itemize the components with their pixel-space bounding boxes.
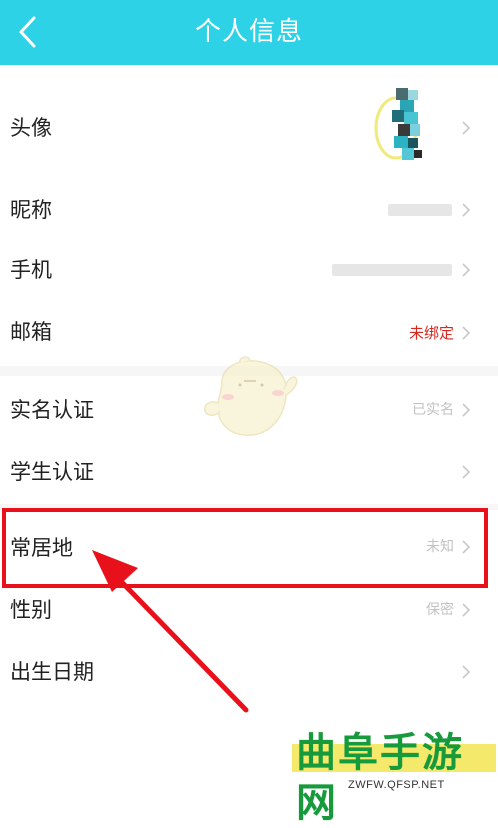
row-gender[interactable]: 性别 保密 bbox=[0, 584, 498, 640]
row-birth-date[interactable]: 出生日期 bbox=[0, 640, 498, 704]
chevron-right-icon bbox=[462, 465, 471, 479]
row-label: 邮箱 bbox=[10, 320, 52, 344]
chevron-right-icon bbox=[462, 403, 471, 417]
row-label: 昵称 bbox=[10, 198, 52, 222]
avatar-image[interactable] bbox=[372, 88, 434, 164]
brand-url: ZWFW.QFSP.NET bbox=[348, 779, 445, 791]
row-label: 出生日期 bbox=[10, 660, 94, 684]
gender-value: 保密 bbox=[426, 602, 454, 618]
row-label: 实名认证 bbox=[10, 398, 94, 422]
row-label: 性别 bbox=[10, 598, 52, 622]
brand-watermark: 曲阜手游网 bbox=[292, 728, 496, 826]
header-bar: 个人信息 bbox=[0, 0, 498, 65]
row-label: 手机 bbox=[10, 258, 52, 282]
brand-name: 曲阜手游网 bbox=[296, 730, 464, 826]
row-nickname[interactable]: 昵称 bbox=[0, 180, 498, 240]
verification-status: 已实名 bbox=[412, 402, 454, 418]
row-label: 头像 bbox=[10, 116, 52, 140]
chevron-right-icon bbox=[462, 263, 471, 277]
redacted-value bbox=[388, 204, 452, 216]
highlight-box bbox=[2, 508, 488, 588]
row-student-verification[interactable]: 学生认证 bbox=[0, 440, 498, 504]
chevron-right-icon bbox=[462, 326, 471, 340]
row-label: 学生认证 bbox=[10, 460, 94, 484]
chevron-right-icon bbox=[462, 121, 471, 135]
email-status: 未绑定 bbox=[408, 324, 454, 342]
chevron-right-icon bbox=[462, 665, 471, 679]
mascot-watermark bbox=[204, 356, 298, 436]
redacted-value bbox=[332, 264, 452, 276]
chevron-right-icon bbox=[462, 603, 471, 617]
page-title: 个人信息 bbox=[194, 17, 303, 47]
row-phone[interactable]: 手机 bbox=[0, 240, 498, 300]
chevron-right-icon bbox=[462, 203, 471, 217]
